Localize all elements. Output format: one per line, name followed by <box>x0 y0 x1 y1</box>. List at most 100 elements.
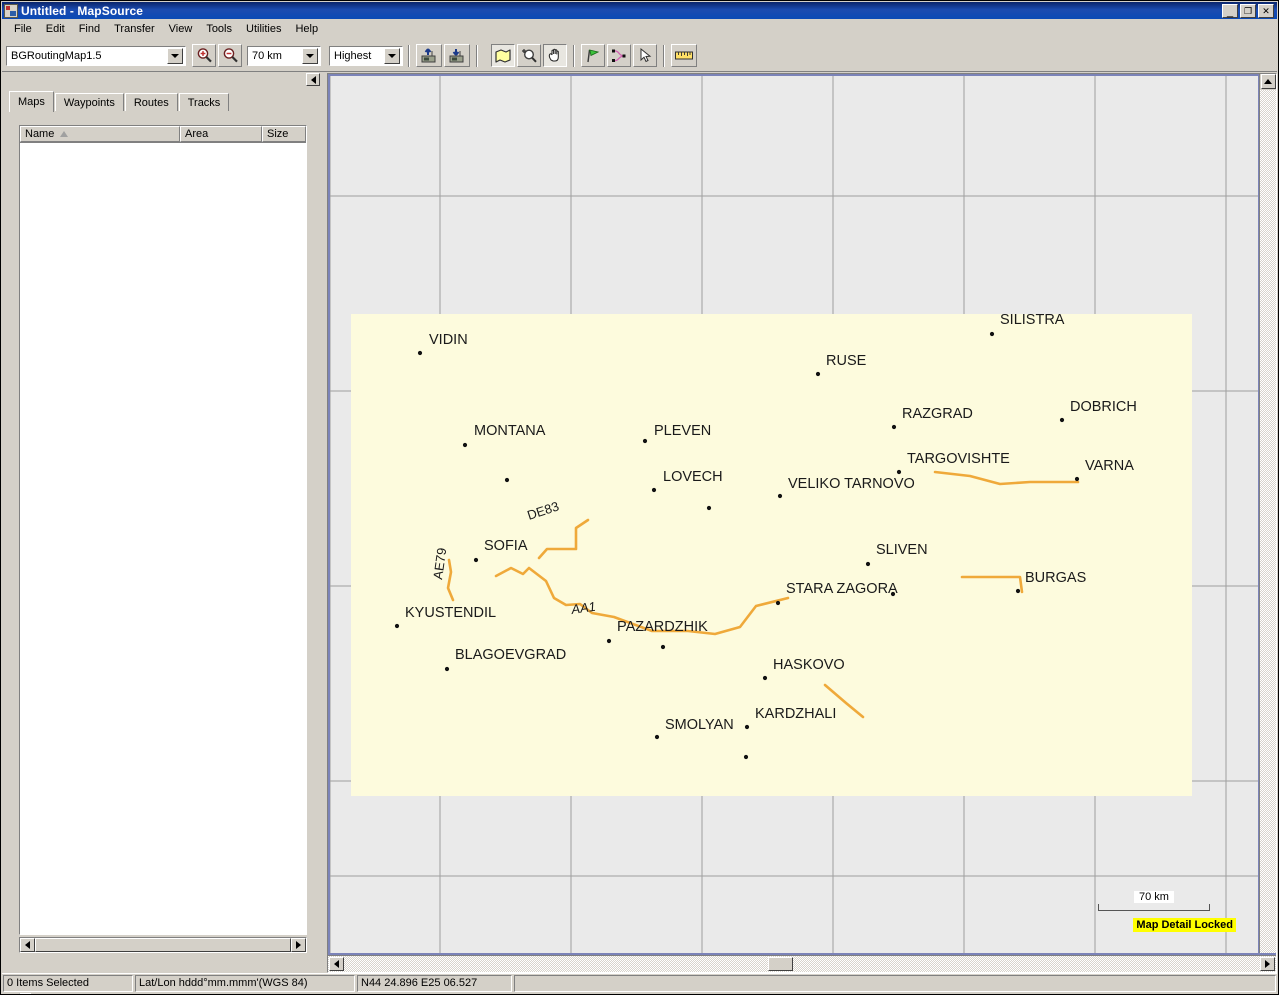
city-dot[interactable] <box>891 424 897 430</box>
zoom-tool-button[interactable] <box>517 44 541 67</box>
city-dot[interactable] <box>504 477 510 483</box>
status-coordinates: N44 24.896 E25 06.527 <box>357 975 512 992</box>
city-dot[interactable] <box>815 371 821 377</box>
status-message <box>514 975 1276 992</box>
chevron-right-icon <box>296 941 301 949</box>
city-dot[interactable] <box>394 623 400 629</box>
waypoint-tool-button[interactable] <box>581 44 605 67</box>
city-dot[interactable] <box>762 675 768 681</box>
city-dot[interactable] <box>642 438 648 444</box>
tab-maps[interactable]: Maps <box>9 91 54 112</box>
chevron-down-icon[interactable] <box>384 47 400 64</box>
city-dot[interactable] <box>865 561 871 567</box>
scroll-left-button[interactable] <box>20 938 35 952</box>
minimize-icon: _ <box>1226 5 1234 18</box>
menu-tools[interactable]: Tools <box>199 21 239 37</box>
flag-icon <box>587 49 600 63</box>
city-dot[interactable] <box>744 724 750 730</box>
scale-select-value: 70 km <box>252 49 282 62</box>
city-dot[interactable] <box>775 600 781 606</box>
scroll-up-button[interactable] <box>1260 74 1276 89</box>
menu-file[interactable]: File <box>7 21 39 37</box>
city-dot[interactable] <box>1059 417 1065 423</box>
zoom-in-button[interactable] <box>192 44 216 67</box>
map-hscrollbar[interactable] <box>328 955 1276 972</box>
scroll-right-button[interactable] <box>291 938 306 952</box>
city-label: TARGOVISHTE <box>907 451 1010 467</box>
chevron-down-icon[interactable] <box>167 47 183 64</box>
menu-help[interactable]: Help <box>288 21 325 37</box>
map-viewport[interactable]: VIDIN MONTANA PLEVEN LOVECH RUSE SILISTRA RAZG… <box>330 76 1258 953</box>
close-icon: ✕ <box>1262 5 1270 16</box>
city-dot[interactable] <box>654 734 660 740</box>
column-header-area[interactable]: Area <box>180 126 262 142</box>
city-dot[interactable] <box>989 331 995 337</box>
map-list[interactable]: Name Area Size <box>19 125 307 935</box>
toolbar-separator <box>663 44 665 67</box>
scroll-left-button[interactable] <box>329 957 344 971</box>
minimize-button[interactable]: _ <box>1222 3 1238 18</box>
city-label: SLIVEN <box>876 542 928 558</box>
selection-tool-button[interactable] <box>633 44 657 67</box>
hscroll-thumb[interactable] <box>35 938 291 952</box>
tab-waypoints[interactable]: Waypoints <box>54 93 124 111</box>
restore-button[interactable]: ❐ <box>1240 3 1256 18</box>
window-title: Untitled - MapSource <box>21 3 144 18</box>
column-header-size[interactable]: Size <box>262 126 306 142</box>
menu-view[interactable]: View <box>162 21 200 37</box>
city-dot[interactable] <box>1074 476 1080 482</box>
pan-tool-button[interactable] <box>543 44 567 67</box>
zoom-out-button[interactable] <box>218 44 242 67</box>
measure-tool-button[interactable] <box>671 44 697 67</box>
city-dot[interactable] <box>473 557 479 563</box>
city-dot[interactable] <box>660 644 666 650</box>
tab-routes[interactable]: Routes <box>124 93 178 111</box>
mapsource-window: Untitled - MapSource _ ❐ ✕ File Edit Fin… <box>0 0 1279 995</box>
hscroll-track[interactable] <box>35 938 291 952</box>
scroll-right-button[interactable] <box>1260 957 1275 971</box>
send-to-device-button[interactable] <box>416 44 442 67</box>
detail-select[interactable]: Highest <box>329 45 403 66</box>
vscroll-track[interactable] <box>1260 90 1276 953</box>
map-tool-button[interactable] <box>491 44 515 67</box>
city-dot[interactable] <box>706 505 712 511</box>
chevron-left-icon <box>334 960 339 968</box>
ruler-icon <box>675 51 693 60</box>
menu-utilities[interactable]: Utilities <box>239 21 288 37</box>
toolbar-separator <box>573 44 575 67</box>
zoom-in-icon <box>197 48 212 63</box>
receive-from-device-button[interactable] <box>444 44 470 67</box>
city-dot[interactable] <box>1015 588 1021 594</box>
city-label: VARNA <box>1085 458 1134 474</box>
hscroll-thumb[interactable] <box>768 957 793 971</box>
map-list-hscrollbar[interactable] <box>19 937 307 953</box>
city-dot[interactable] <box>462 442 468 448</box>
hand-icon <box>548 48 559 62</box>
city-dot[interactable] <box>444 666 450 672</box>
city-dot[interactable] <box>777 493 783 499</box>
scale-select[interactable]: 70 km <box>247 45 321 66</box>
upload-gps-icon <box>421 47 436 62</box>
city-label: VIDIN <box>429 332 468 348</box>
close-button[interactable]: ✕ <box>1258 3 1274 18</box>
city-dot[interactable] <box>743 754 749 760</box>
tab-tracks[interactable]: Tracks <box>178 93 230 111</box>
product-select[interactable]: BGRoutingMap1.5 <box>6 45 186 66</box>
magnifier-icon <box>522 49 537 63</box>
city-label: PAZARDZHIK <box>617 619 708 635</box>
title-bar: Untitled - MapSource _ ❐ ✕ <box>2 2 1277 19</box>
menu-find[interactable]: Find <box>72 21 107 37</box>
column-header-name[interactable]: Name <box>20 126 180 142</box>
city-dot[interactable] <box>651 487 657 493</box>
collapse-panel-button[interactable] <box>306 73 320 86</box>
map-vscrollbar[interactable] <box>1259 74 1276 953</box>
city-dot[interactable] <box>890 591 896 597</box>
city-dot[interactable] <box>417 350 423 356</box>
menu-edit[interactable]: Edit <box>39 21 72 37</box>
map-canvas[interactable]: VIDIN MONTANA PLEVEN LOVECH RUSE SILISTRA RAZG… <box>330 76 1258 953</box>
menu-transfer[interactable]: Transfer <box>107 21 162 37</box>
city-dot[interactable] <box>896 469 902 475</box>
city-dot[interactable] <box>606 638 612 644</box>
route-tool-button[interactable] <box>607 44 631 67</box>
chevron-down-icon[interactable] <box>302 47 318 64</box>
